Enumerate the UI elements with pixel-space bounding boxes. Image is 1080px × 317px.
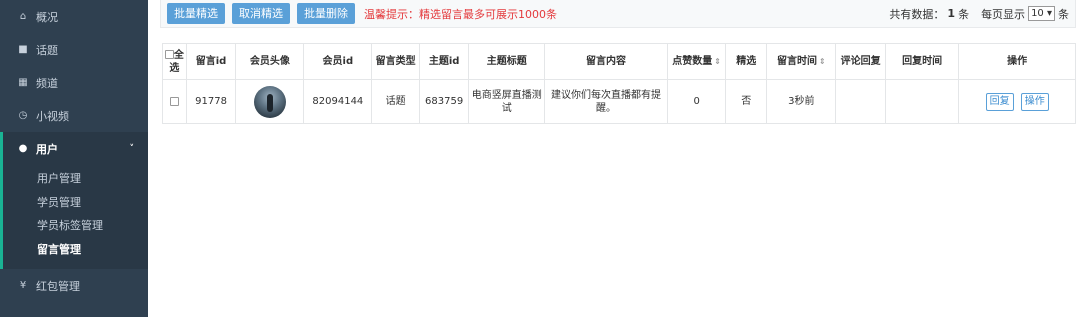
grid-icon: ▦ (18, 77, 28, 88)
sidebar-item-label: 频道 (36, 76, 58, 90)
video-icon: ■ (18, 44, 28, 55)
header-type: 留言类型 (371, 43, 420, 80)
cell-msg-id: 91778 (185, 79, 237, 124)
per-page-suffix: 条 (1058, 7, 1069, 21)
header-content: 留言内容 (543, 43, 669, 80)
sidebar-item-label: 红包管理 (36, 279, 80, 293)
cell-type: 话题 (371, 79, 420, 124)
batch-delete-button[interactable]: 批量删除 (297, 3, 355, 24)
home-icon: ⌂ (19, 11, 27, 22)
chevron-down-icon: ˅ (129, 143, 135, 154)
cell-reply-time (884, 79, 960, 124)
table-row: 91778 82094144 话题 683759 电商竖屏直播测试 建议你们每次… (162, 79, 1076, 124)
header-member-id: 会员id (303, 43, 373, 80)
clock-icon: ◷ (18, 110, 28, 121)
table-header-row: 全选 留言id 会员头像 会员id 留言类型 主题id 主题标题 留言内容 点赞… (162, 43, 1076, 80)
sidebar-submenu: 用户管理 学员管理 学员标签管理 留言管理 (0, 165, 148, 269)
user-icon: ● (18, 143, 28, 154)
sidebar-item-red-packets[interactable]: ¥ 红包管理 (0, 269, 148, 302)
cell-actions: 回复 操作 (958, 79, 1076, 124)
cell-featured: 否 (725, 79, 768, 124)
sidebar-item-label: 小视频 (36, 109, 69, 123)
sort-icon[interactable]: ⇕ (819, 57, 826, 66)
select-all-checkbox[interactable] (164, 50, 174, 59)
header-reply: 评论回复 (835, 43, 886, 80)
header-time[interactable]: 留言时间 ⇕ (766, 43, 837, 80)
pagination-info: 共有数据： 1 条 每页显示 10 ▾ 条 (889, 6, 1069, 22)
row-checkbox[interactable] (169, 96, 179, 106)
sidebar-item-topics[interactable]: ■ 话题 (0, 33, 148, 66)
sidebar-item-label: 话题 (36, 43, 58, 57)
cell-content: 建议你们每次直播都有提醒。 (543, 79, 669, 124)
cell-member-id: 82094144 (303, 79, 373, 124)
header-reply-time: 回复时间 (884, 43, 960, 80)
messages-table: 全选 留言id 会员头像 会员id 留言类型 主题id 主题标题 留言内容 点赞… (162, 43, 1076, 124)
cell-topic-id: 683759 (418, 79, 470, 124)
main-content: 批量精选 取消精选 批量删除 温馨提示：精选留言最多可展示1000条 共有数据：… (148, 0, 1080, 317)
sidebar-subitem-student-management[interactable]: 学员管理 (3, 191, 148, 215)
cell-topic-title: 电商竖屏直播测试 (468, 79, 545, 124)
per-page-label: 每页显示 (981, 7, 1026, 21)
sidebar-item-short-video[interactable]: ◷ 小视频 (0, 99, 148, 132)
total-count: 1 (947, 7, 956, 20)
header-topic-id: 主题id (418, 43, 470, 80)
reply-button[interactable]: 回复 (985, 92, 1014, 111)
tip-text: 温馨提示：精选留言最多可展示1000条 (364, 7, 557, 21)
sidebar-item-users[interactable]: ● 用户 ˅ (0, 132, 148, 165)
sidebar: ⌂ 概况 ■ 话题 ▦ 频道 ◷ 小视频 ● 用户 ˅ 用户管理 学员管理 学员… (0, 0, 148, 317)
sidebar-item-label: 用户 (36, 142, 58, 156)
sidebar-item-channels[interactable]: ▦ 频道 (0, 66, 148, 99)
sidebar-item-label: 概况 (36, 10, 58, 24)
sidebar-subitem-student-tags[interactable]: 学员标签管理 (3, 214, 148, 238)
yen-icon: ¥ (19, 280, 27, 291)
header-select-all[interactable]: 全选 (162, 43, 187, 80)
header-likes[interactable]: 点赞数量 ⇕ (667, 43, 727, 80)
toolbar: 批量精选 取消精选 批量删除 温馨提示：精选留言最多可展示1000条 共有数据：… (160, 0, 1076, 28)
avatar (253, 85, 286, 118)
header-avatar: 会员头像 (235, 43, 305, 80)
header-actions: 操作 (958, 43, 1076, 80)
batch-select-button[interactable]: 批量精选 (167, 3, 225, 24)
sidebar-item-overview[interactable]: ⌂ 概况 (0, 0, 148, 33)
sidebar-subitem-messages[interactable]: 留言管理 (3, 238, 148, 262)
total-suffix: 条 (958, 7, 970, 21)
sidebar-subitem-user-management[interactable]: 用户管理 (3, 167, 148, 191)
cell-reply (835, 79, 886, 124)
header-msg-id: 留言id (185, 43, 237, 80)
total-label: 共有数据： (889, 7, 945, 21)
cell-likes: 0 (667, 79, 727, 124)
per-page-select[interactable]: 10 ▾ (1028, 6, 1055, 21)
header-featured: 精选 (725, 43, 768, 80)
cell-time: 3秒前 (766, 79, 837, 124)
header-topic-title: 主题标题 (468, 43, 545, 80)
cancel-select-button[interactable]: 取消精选 (232, 3, 290, 24)
action-button[interactable]: 操作 (1020, 92, 1049, 111)
sort-icon[interactable]: ⇕ (714, 57, 721, 66)
